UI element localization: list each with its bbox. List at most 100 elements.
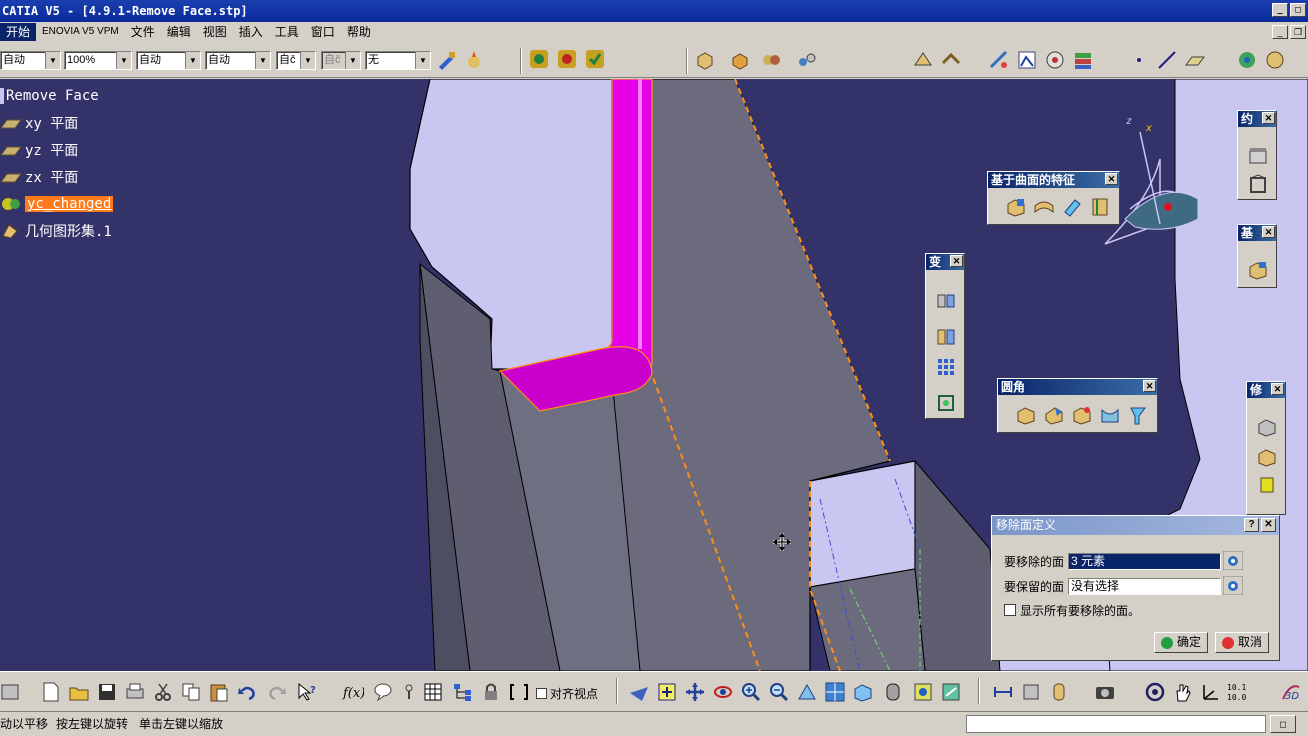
iso-view-icon[interactable]: [852, 681, 874, 703]
color-combo[interactable]: 自动 ▼: [0, 51, 61, 70]
undo-icon[interactable]: [236, 681, 258, 703]
new-file-icon[interactable]: [40, 681, 62, 703]
help-button[interactable]: ?: [1244, 518, 1259, 532]
part-design-icon[interactable]: [694, 49, 716, 71]
formula-fx-icon[interactable]: f(x): [342, 681, 364, 703]
split-icon[interactable]: [1005, 196, 1027, 218]
panel-title[interactable]: 基于曲面的特征 ✕: [988, 172, 1119, 188]
mdi-restore-button[interactable]: ❐: [1290, 25, 1306, 39]
minimize-button[interactable]: _: [1272, 3, 1288, 17]
menu-enovia[interactable]: ENOVIA V5 VPM: [36, 23, 125, 41]
pick-list-icon[interactable]: [1223, 551, 1243, 570]
menu-view[interactable]: 视图: [197, 23, 233, 41]
rotate-icon[interactable]: [712, 681, 734, 703]
pan-icon[interactable]: [684, 681, 706, 703]
units-icon[interactable]: 10.110.0: [1226, 681, 1248, 703]
formula-icon[interactable]: [1264, 49, 1286, 71]
point-icon[interactable]: [1128, 49, 1150, 71]
zoom-out-icon[interactable]: [768, 681, 790, 703]
fit-brackets-icon[interactable]: [508, 681, 530, 703]
draft-icon[interactable]: [1256, 416, 1278, 438]
line-icon[interactable]: [1156, 49, 1178, 71]
plane-icon[interactable]: [1184, 49, 1206, 71]
pattern-icon[interactable]: [935, 356, 957, 378]
cut-icon[interactable]: [152, 681, 174, 703]
panel-title[interactable]: 圆角 ✕: [998, 379, 1157, 395]
command-button[interactable]: ◻: [1270, 715, 1296, 733]
modify-toolbar[interactable]: 修 ✕: [1246, 381, 1286, 515]
apply-material-icon[interactable]: [1072, 49, 1094, 71]
close-icon[interactable]: ✕: [1262, 112, 1275, 124]
chamfer-icon[interactable]: [1043, 404, 1065, 426]
paste-icon[interactable]: [208, 681, 230, 703]
remove-face-dialog[interactable]: 移除面定义 ? ✕ 要移除的面 3 元素 要保留的面 没有选择 显示所有要移除的…: [991, 515, 1280, 661]
knowledge-hint-icon[interactable]: [398, 681, 420, 703]
translation-icon[interactable]: [935, 290, 957, 312]
shell-icon[interactable]: [1256, 446, 1278, 468]
maximize-button[interactable]: □: [1290, 3, 1306, 17]
hybrid-icon[interactable]: [796, 49, 818, 71]
mirror-icon[interactable]: [935, 326, 957, 348]
measure-item-icon[interactable]: [1020, 681, 1042, 703]
fillets-toolbar[interactable]: 圆角 ✕: [997, 378, 1158, 433]
sketch-based-toolbar[interactable]: 基 ✕: [1237, 224, 1277, 288]
panel-title[interactable]: 变 ✕: [926, 254, 964, 270]
tree-structure-icon[interactable]: [452, 681, 474, 703]
sew-surface-icon[interactable]: [1089, 196, 1111, 218]
analysis-icon[interactable]: [1044, 49, 1066, 71]
scaling-icon[interactable]: [935, 392, 957, 414]
line-type-combo[interactable]: 自动 ▼: [205, 51, 271, 70]
measure-inertia-icon[interactable]: [1048, 681, 1070, 703]
save-icon[interactable]: [96, 681, 118, 703]
transformation-toolbar[interactable]: 变 ✕: [925, 253, 965, 419]
tree-item-xy-plane[interactable]: xy 平面: [0, 112, 78, 134]
command-input[interactable]: [966, 715, 1266, 733]
close-surface-icon[interactable]: [1061, 196, 1083, 218]
mdi-minimize-button[interactable]: _: [1272, 25, 1288, 39]
menu-insert[interactable]: 插入: [233, 23, 269, 41]
table-icon[interactable]: [422, 681, 444, 703]
menu-help[interactable]: 帮助: [341, 23, 377, 41]
multi-view-icon[interactable]: [824, 681, 846, 703]
measure-icon[interactable]: [988, 49, 1010, 71]
align-view-checkbox[interactable]: [536, 688, 547, 699]
tree-item-geometrical-set[interactable]: 几何图形集.1: [0, 220, 112, 242]
menu-edit[interactable]: 编辑: [161, 23, 197, 41]
normal-view-icon[interactable]: [796, 681, 818, 703]
shading-icon[interactable]: [882, 681, 904, 703]
tree-item-yz-plane[interactable]: yz 平面: [0, 139, 78, 161]
faces-to-keep-field[interactable]: 没有选择: [1068, 578, 1221, 595]
copy-icon[interactable]: [180, 681, 202, 703]
menu-window[interactable]: 窗口: [305, 23, 341, 41]
thick-surface-icon[interactable]: [1033, 196, 1055, 218]
constraint-dialog-icon[interactable]: [1247, 173, 1269, 195]
thickness-icon[interactable]: [1256, 474, 1278, 496]
cancel-button[interactable]: 取消: [1215, 632, 1270, 653]
edge-fillet-icon[interactable]: [1015, 404, 1037, 426]
update-icon[interactable]: [528, 48, 550, 70]
whats-this-icon[interactable]: ?: [296, 681, 318, 703]
painter-icon[interactable]: [436, 49, 458, 71]
faces-to-remove-field[interactable]: 3 元素: [1068, 553, 1221, 570]
close-button[interactable]: ✕: [1261, 518, 1276, 532]
knowledge-icon[interactable]: [1236, 49, 1258, 71]
comment-icon[interactable]: [372, 681, 394, 703]
transparency-combo[interactable]: 100% ▼: [64, 51, 132, 70]
face-fillet-icon[interactable]: [1099, 404, 1121, 426]
body-icon[interactable]: [730, 49, 752, 71]
pick-list-icon[interactable]: [1223, 576, 1243, 595]
hand-icon[interactable]: [1172, 681, 1194, 703]
tree-item-root[interactable]: Remove Face: [0, 85, 99, 107]
assemble-icon[interactable]: [760, 49, 782, 71]
manual-update-icon[interactable]: [584, 48, 606, 70]
close-icon[interactable]: ✕: [1271, 383, 1284, 395]
variable-fillet-icon[interactable]: [1071, 404, 1093, 426]
measure-between-icon[interactable]: [992, 681, 1014, 703]
sketch-icon[interactable]: [912, 49, 934, 71]
open-file-icon[interactable]: [68, 681, 90, 703]
print-icon[interactable]: [124, 681, 146, 703]
show-all-checkbox[interactable]: [1004, 604, 1016, 616]
menu-tools[interactable]: 工具: [269, 23, 305, 41]
update-all-icon[interactable]: [556, 48, 578, 70]
surface-features-toolbar[interactable]: 基于曲面的特征 ✕: [987, 171, 1120, 225]
